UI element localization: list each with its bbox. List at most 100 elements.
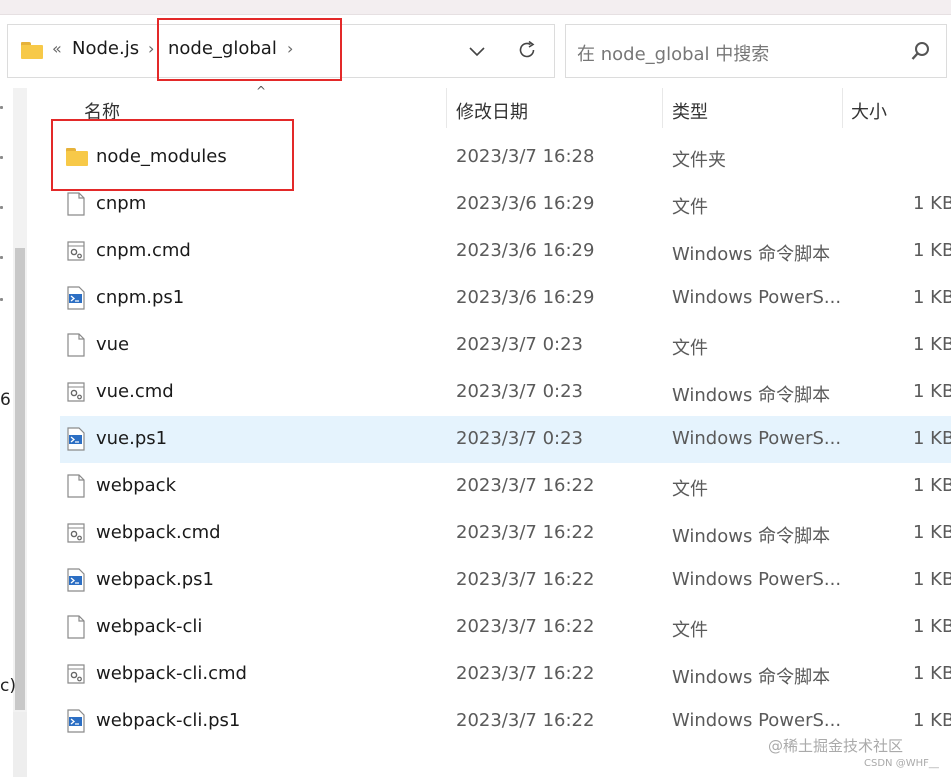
folder-icon bbox=[21, 42, 43, 59]
file-size: 1 KB bbox=[913, 287, 951, 308]
file-row[interactable]: webpack-cli 2023/3/7 16:22 文件 1 KB bbox=[60, 604, 951, 651]
file-type: Windows 命令脚本 bbox=[672, 244, 831, 265]
cmd-script-icon bbox=[67, 523, 85, 543]
file-name[interactable]: cnpm bbox=[96, 193, 146, 214]
file-modified-date: 2023/3/7 16:22 bbox=[456, 522, 595, 543]
file-size: 1 KB bbox=[913, 193, 951, 214]
powershell-script-icon bbox=[67, 709, 85, 733]
column-header-date[interactable]: 修改日期 bbox=[456, 98, 528, 124]
file-name[interactable]: cnpm.ps1 bbox=[96, 287, 184, 308]
window-top-strip bbox=[0, 0, 951, 15]
column-header-type[interactable]: 类型 bbox=[672, 98, 708, 124]
file-name[interactable]: webpack-cli.cmd bbox=[96, 663, 247, 684]
file-modified-date: 2023/3/7 16:22 bbox=[456, 663, 595, 684]
nav-cut-text: 6 bbox=[0, 390, 11, 410]
file-modified-date: 2023/3/7 16:28 bbox=[456, 146, 595, 167]
column-header-size[interactable]: 大小 bbox=[851, 98, 887, 124]
file-size: 1 KB bbox=[913, 475, 951, 496]
file-modified-date: 2023/3/6 16:29 bbox=[456, 240, 595, 261]
file-row[interactable]: webpack.cmd 2023/3/7 16:22 Windows 命令脚本 1 K… bbox=[60, 510, 951, 557]
file-type: Windows PowerS... bbox=[672, 287, 842, 308]
file-type: 文件 bbox=[672, 620, 708, 641]
file-type: Windows PowerS... bbox=[672, 428, 842, 449]
file-modified-date: 2023/3/7 16:22 bbox=[456, 569, 595, 590]
file-name[interactable]: webpack.cmd bbox=[96, 522, 221, 543]
nav-expand-dot[interactable] bbox=[0, 256, 3, 259]
file-type: 文件 bbox=[672, 338, 708, 359]
annotation-highlight-box bbox=[157, 18, 342, 81]
file-name[interactable]: webpack-cli.ps1 bbox=[96, 710, 240, 731]
file-size: 1 KB bbox=[913, 663, 951, 684]
search-input[interactable]: 在 node_global 中搜索 bbox=[577, 40, 769, 66]
file-size: 1 KB bbox=[913, 334, 951, 355]
file-modified-date: 2023/3/6 16:29 bbox=[456, 287, 595, 308]
nav-expand-dot[interactable] bbox=[0, 106, 3, 109]
search-icon[interactable] bbox=[910, 40, 932, 62]
file-type: Windows PowerS... bbox=[672, 710, 842, 731]
breadcrumb-item-nodejs[interactable]: Node.js bbox=[72, 38, 139, 59]
file-type: Windows PowerS... bbox=[672, 569, 842, 590]
file-name[interactable]: vue.ps1 bbox=[96, 428, 167, 449]
watermark-subtext: CSDN @WHF__ bbox=[864, 758, 939, 769]
file-modified-date: 2023/3/7 16:22 bbox=[456, 475, 595, 496]
file-modified-date: 2023/3/7 16:22 bbox=[456, 710, 595, 731]
nav-expand-dot[interactable] bbox=[0, 206, 3, 209]
file-modified-date: 2023/3/7 0:23 bbox=[456, 381, 583, 402]
file-modified-date: 2023/3/7 0:23 bbox=[456, 334, 583, 355]
file-row[interactable]: cnpm.cmd 2023/3/6 16:29 Windows 命令脚本 1 KB bbox=[60, 228, 951, 275]
file-icon bbox=[67, 474, 85, 498]
address-dropdown-icon[interactable] bbox=[468, 42, 486, 60]
nav-expand-dot[interactable] bbox=[0, 298, 3, 301]
file-size: 1 KB bbox=[913, 710, 951, 731]
file-modified-date: 2023/3/7 0:23 bbox=[456, 428, 583, 449]
file-name[interactable]: vue bbox=[96, 334, 129, 355]
annotation-highlight-box bbox=[51, 119, 294, 191]
cmd-script-icon bbox=[67, 664, 85, 684]
file-row[interactable]: webpack.ps1 2023/3/7 16:22 Windows PowerS.… bbox=[60, 557, 951, 604]
file-name[interactable]: webpack.ps1 bbox=[96, 569, 214, 590]
file-size: 1 KB bbox=[913, 616, 951, 637]
file-modified-date: 2023/3/7 16:22 bbox=[456, 616, 595, 637]
cmd-script-icon bbox=[67, 241, 85, 261]
file-size: 1 KB bbox=[913, 381, 951, 402]
powershell-script-icon bbox=[67, 568, 85, 592]
file-name[interactable]: webpack-cli bbox=[96, 616, 202, 637]
search-box[interactable]: 在 node_global 中搜索 bbox=[565, 24, 947, 78]
file-name[interactable]: webpack bbox=[96, 475, 176, 496]
file-modified-date: 2023/3/6 16:29 bbox=[456, 193, 595, 214]
file-size: 1 KB bbox=[913, 240, 951, 261]
column-divider[interactable] bbox=[662, 88, 663, 128]
file-row[interactable]: webpack 2023/3/7 16:22 文件 1 KB bbox=[60, 463, 951, 510]
powershell-script-icon bbox=[67, 286, 85, 310]
breadcrumb-overflow-icon[interactable]: « bbox=[52, 39, 62, 58]
file-size: 1 KB bbox=[913, 569, 951, 590]
file-type: Windows 命令脚本 bbox=[672, 526, 831, 547]
refresh-icon[interactable] bbox=[516, 39, 538, 61]
file-type: Windows 命令脚本 bbox=[672, 667, 831, 688]
column-divider[interactable] bbox=[842, 88, 843, 128]
file-icon bbox=[67, 615, 85, 639]
file-type: 文件 bbox=[672, 479, 708, 500]
file-type: Windows 命令脚本 bbox=[672, 385, 831, 406]
sort-ascending-icon: ^ bbox=[256, 84, 267, 98]
nav-cut-text: c) bbox=[0, 676, 16, 696]
file-row[interactable]: vue.cmd 2023/3/7 0:23 Windows 命令脚本 1 KB bbox=[60, 369, 951, 416]
file-icon bbox=[67, 333, 85, 357]
file-row[interactable]: vue 2023/3/7 0:23 文件 1 KB bbox=[60, 322, 951, 369]
file-size: 1 KB bbox=[913, 522, 951, 543]
file-name[interactable]: vue.cmd bbox=[96, 381, 174, 402]
file-type: 文件夹 bbox=[672, 150, 726, 171]
file-row[interactable]: webpack-cli.cmd 2023/3/7 16:22 Windows 命令脚… bbox=[60, 651, 951, 698]
file-name[interactable]: cnpm.cmd bbox=[96, 240, 191, 261]
nav-scrollbar-thumb[interactable] bbox=[15, 248, 25, 710]
file-icon bbox=[67, 192, 85, 216]
watermark-text: @稀土掘金技术社区 bbox=[768, 737, 904, 755]
column-divider[interactable] bbox=[446, 88, 447, 128]
file-type: 文件 bbox=[672, 197, 708, 218]
nav-expand-dot[interactable] bbox=[0, 156, 3, 159]
nav-scrollbar-lower bbox=[13, 712, 27, 777]
breadcrumb-chevron-icon[interactable]: › bbox=[148, 39, 154, 58]
file-row[interactable]: vue.ps1 2023/3/7 0:23 Windows PowerS... 1 K… bbox=[60, 416, 951, 463]
powershell-script-icon bbox=[67, 427, 85, 451]
file-row[interactable]: cnpm.ps1 2023/3/6 16:29 Windows PowerS... 1… bbox=[60, 275, 951, 322]
